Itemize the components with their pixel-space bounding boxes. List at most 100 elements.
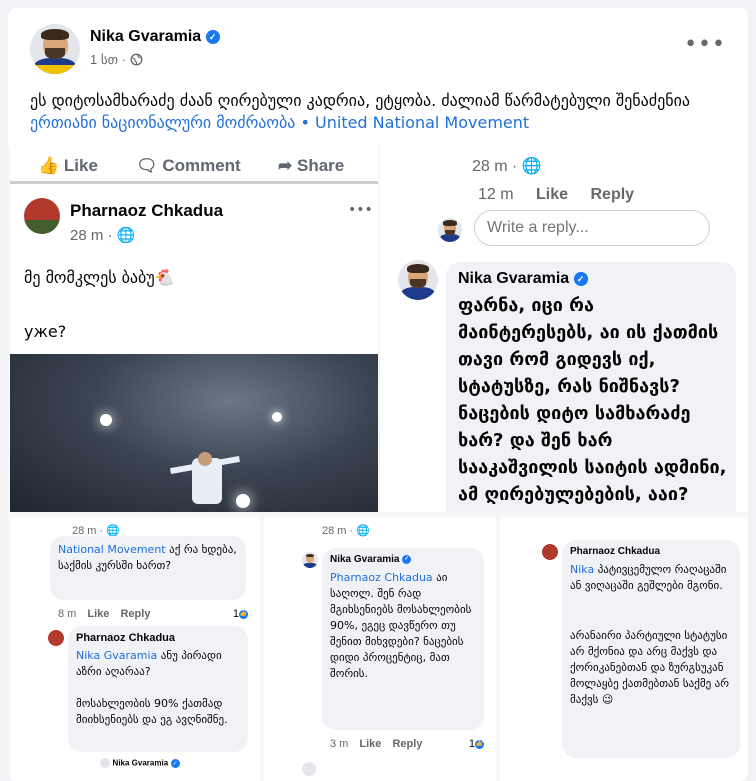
verified-icon: ✓ <box>402 554 412 564</box>
p5-body1: პატივცემულო რაღაცაში ან ვიღაცაში გეშლები… <box>570 563 727 592</box>
p1-time[interactable]: 28 m · <box>70 227 113 244</box>
comment-button[interactable]: 🗨 Comment <box>136 156 241 176</box>
panel-thread-left: 28 m · 🌐 National Movement აქ რა ხდება, … <box>10 518 260 781</box>
post-meta: 1 სთ · <box>90 52 143 68</box>
p4-author[interactable]: Nika Gvaramia ✓ <box>330 554 412 565</box>
p3-reply-author[interactable]: Pharnaoz Chkadua <box>76 632 175 644</box>
nika-comment-text: ფარნა, იცი რა მაინტერესებს, აი ის ქათმის… <box>458 295 727 505</box>
p3-group-link[interactable]: National Movement <box>58 543 166 556</box>
verified-icon: ✓ <box>205 29 220 44</box>
p4-age: 3 m <box>330 738 349 750</box>
p5-mention[interactable]: Nika <box>570 563 594 576</box>
post-author-name[interactable]: Nika Gvaramia <box>90 28 201 45</box>
p5-author[interactable]: Pharnaoz Chkadua <box>570 546 660 557</box>
write-reply-input[interactable] <box>474 210 710 246</box>
globe-icon <box>130 53 143 66</box>
avatar-ground <box>24 219 60 234</box>
post-author[interactable]: Nika Gvaramia ✓ <box>90 28 220 46</box>
p1-line2: уже? <box>24 322 67 341</box>
p4-author-name[interactable]: Nika Gvaramia <box>330 554 400 565</box>
p1-options-button[interactable]: ••• <box>348 202 373 218</box>
p3-comment-text: National Movement აქ რა ხდება, საქმის კუ… <box>58 542 240 574</box>
panel-thread-middle: 28 m · 🌐 Nika Gvaramia ✓ Pharnaoz Chkadu… <box>264 518 496 781</box>
comment-label: Comment <box>162 156 241 175</box>
author-avatar[interactable] <box>30 24 80 74</box>
p4-reply-button[interactable]: Reply <box>392 738 422 750</box>
p3-age: 8 m <box>58 608 77 620</box>
p3-reply-text: Nika Gvaramia ანუ პირადი აზრი აღარაა? <box>76 648 242 680</box>
like-button[interactable]: 👍 Like <box>38 156 98 176</box>
p2-like-button[interactable]: Like <box>536 186 568 203</box>
p5-text2: არანაირი პარტიული სტატუსი არ მქონია და ა… <box>570 629 730 706</box>
nika-comment-author-name[interactable]: Nika Gvaramia <box>458 270 569 287</box>
like-reaction-icon: 👍 <box>475 739 484 749</box>
globe-icon: 🌐 <box>116 227 136 244</box>
share-icon: ➦ <box>278 156 293 175</box>
p4-mention[interactable]: Pharnaoz Chkadua <box>330 571 433 584</box>
p2-meta: 28 m · 🌐 <box>472 156 542 176</box>
p3-reply-text2: მოსახლეობის 90% ქათმად მიიხსენიებს და ეგ… <box>76 697 228 726</box>
stage-light <box>100 414 112 426</box>
panel-nika-reply: 28 m · 🌐 12 m Like Reply Nika Gvaramia ✓… <box>380 146 748 512</box>
p3-nested-author[interactable]: Nika Gvaramia <box>113 759 169 768</box>
nika-comment-bubble: Nika Gvaramia ✓ ფარნა, იცი რა მაინტერესე… <box>446 262 736 512</box>
p3-actions: 8 m Like Reply 1👍 <box>58 608 254 620</box>
p5-pharnaoz-avatar[interactable] <box>542 544 558 560</box>
pharnaoz-avatar[interactable] <box>24 198 60 234</box>
group-link[interactable]: ერთიანი ნაციონალური მოძრაობა • United Na… <box>30 113 529 132</box>
verified-icon: ✓ <box>170 758 180 768</box>
share-label: Share <box>296 156 345 175</box>
p4-reactions[interactable]: 1👍 <box>469 738 484 750</box>
avatar-hair <box>41 29 69 40</box>
nika-comment-author[interactable]: Nika Gvaramia ✓ <box>458 270 588 288</box>
p3-reactions[interactable]: 1👍 <box>233 608 248 620</box>
p4-time[interactable]: 28 m · <box>322 525 353 537</box>
panel-pharnaoz-post: 👍 Like 🗨 Comment ➦ Share Pharnaoz Chkadu… <box>10 146 378 512</box>
globe-icon: 🌐 <box>356 525 370 537</box>
globe-icon: 🌐 <box>521 158 542 175</box>
person-on-floor <box>170 452 240 506</box>
comment-icon: 🗨 <box>136 156 158 175</box>
p4-body: აი საღოლ. შენ რად მგიხსენიებს მოსახლეობი… <box>330 571 472 680</box>
p5-comment-bubble: Pharnaoz Chkadua Nika პატივცემულო რაღაცა… <box>562 540 740 758</box>
p1-line1: მე მომკლეს ბაბუ🐔 <box>24 268 175 287</box>
p2-actions: 12 m Like Reply <box>478 186 634 204</box>
post-text: ეს დიტოსამხარაძე ძაან ღირებული კადრია, ე… <box>30 90 730 134</box>
avatar-flag-stripe <box>34 65 76 74</box>
p5-text1: Nika პატივცემულო რაღაცაში ან ვიღაცაში გე… <box>570 562 734 594</box>
p4-text: Pharnaoz Chkadua აი საღოლ. შენ რად მგიხს… <box>330 570 480 682</box>
like-label: Like <box>63 156 98 175</box>
p1-author[interactable]: Pharnaoz Chkadua <box>70 201 223 221</box>
p4-actions: 3 m Like Reply 1👍 <box>330 738 490 750</box>
post-card: Nika Gvaramia ✓ 1 სთ · ••• ეს დიტოსამხარ… <box>8 8 748 781</box>
screenshot-collage: 👍 Like 🗨 Comment ➦ Share Pharnaoz Chkadu… <box>8 146 748 781</box>
like-reaction-icon: 👍 <box>239 609 248 619</box>
p3-pharnaoz-avatar[interactable] <box>48 630 64 646</box>
p3-like-button[interactable]: Like <box>87 608 109 620</box>
p3-reply-button[interactable]: Reply <box>120 608 150 620</box>
reply-avatar <box>438 218 462 242</box>
share-button[interactable]: ➦ Share <box>278 156 344 176</box>
stage-light <box>272 412 282 422</box>
avatar-beard <box>45 48 65 59</box>
p4-nika-avatar[interactable] <box>302 552 318 568</box>
post-options-button[interactable]: ••• <box>684 32 726 57</box>
p1-meta: 28 m · 🌐 <box>70 226 135 244</box>
p3-comment-bubble: National Movement აქ რა ხდება, საქმის კუ… <box>50 536 246 600</box>
p4-next-avatar <box>302 762 316 776</box>
p2-time[interactable]: 28 m · <box>472 158 517 175</box>
action-bar: 👍 Like 🗨 Comment ➦ Share <box>10 146 378 184</box>
p3-nested-reply: Nika Gvaramia ✓ <box>100 758 180 768</box>
stage-photo <box>10 354 378 512</box>
p2-age: 12 m <box>478 186 514 203</box>
p4-like-button[interactable]: Like <box>359 738 381 750</box>
p3-reply-bubble: Pharnaoz Chkadua Nika Gvaramia ანუ პირად… <box>68 626 248 752</box>
p3-nested-avatar <box>100 758 110 768</box>
verified-icon: ✓ <box>573 271 588 286</box>
post-time[interactable]: 1 სთ · <box>90 52 126 67</box>
p4-comment-bubble: Nika Gvaramia ✓ Pharnaoz Chkadua აი საღო… <box>322 548 484 730</box>
p2-reply-button[interactable]: Reply <box>591 186 635 203</box>
nika-comment-avatar[interactable] <box>398 260 438 300</box>
p3-mention[interactable]: Nika Gvaramia <box>76 649 157 662</box>
thumbs-up-icon: 👍 <box>38 156 60 175</box>
